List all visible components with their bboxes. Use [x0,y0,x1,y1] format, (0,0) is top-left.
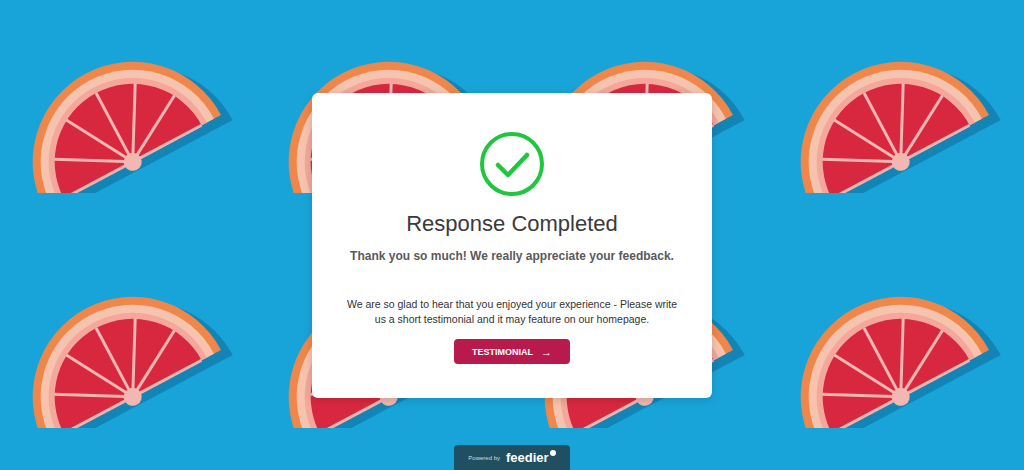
completion-card: Response Completed Thank you so much! We… [312,93,712,398]
survey-page: Response Completed Thank you so much! We… [0,0,1024,470]
button-label: TESTIMONIAL [472,347,533,357]
grapefruit-cell [768,0,1024,235]
testimonial-prompt: We are so glad to hear that you enjoyed … [342,297,682,327]
grapefruit-icon [786,43,1006,193]
powered-by-label: Powered by [468,455,500,461]
status-title: Response Completed [406,211,618,237]
grapefruit-cell [768,235,1024,470]
grapefruit-icon [18,43,238,193]
grapefruit-cell [0,0,256,235]
grapefruit-icon [18,278,238,428]
testimonial-button[interactable]: TESTIMONIAL → [454,339,570,364]
checkmark-icon [479,131,545,197]
content-layer: Response Completed Thank you so much! We… [0,0,1024,470]
arrow-icon: → [541,346,552,358]
grapefruit-cell [0,235,256,470]
brand-dot-icon [550,450,556,456]
brand-logo: feedier [506,450,549,465]
powered-by-badge[interactable]: Powered by feedier [454,445,569,470]
status-message: Thank you so much! We really appreciate … [350,249,674,263]
grapefruit-icon [786,278,1006,428]
